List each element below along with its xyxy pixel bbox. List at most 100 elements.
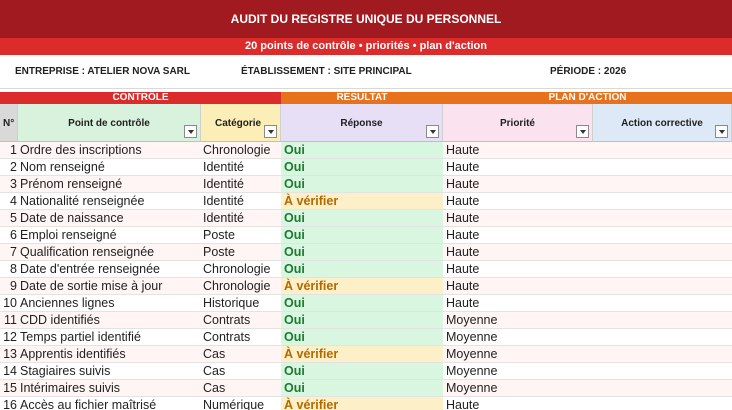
cell-reponse[interactable]: Oui [281,295,443,312]
cell-reponse[interactable]: Oui [281,176,443,193]
etablissement-cell[interactable]: ÉTABLISSEMENT : SITE PRINCIPAL [241,66,412,77]
cell-action-corrective[interactable] [593,295,732,312]
cell-reponse[interactable]: Oui [281,159,443,176]
cell-priorite[interactable]: Moyenne [443,346,593,363]
cell-categorie[interactable]: Contrats [201,312,281,329]
cell-action-corrective[interactable] [593,244,732,261]
cell-num[interactable]: 1 [0,142,18,159]
cell-action-corrective[interactable] [593,159,732,176]
cell-num[interactable]: 10 [0,295,18,312]
cell-reponse[interactable]: Oui [281,142,443,159]
cell-categorie[interactable]: Cas [201,363,281,380]
cell-priorite[interactable]: Haute [443,193,593,210]
cell-categorie[interactable]: Identité [201,176,281,193]
cell-action-corrective[interactable] [593,363,732,380]
cell-action-corrective[interactable] [593,397,732,410]
cell-categorie[interactable]: Poste [201,244,281,261]
cell-point-de-controle[interactable]: Date de sortie mise à jour [18,278,201,295]
cell-priorite[interactable]: Haute [443,176,593,193]
cell-num[interactable]: 5 [0,210,18,227]
cell-point-de-controle[interactable]: Emploi renseigné [18,227,201,244]
cell-reponse[interactable]: Oui [281,312,443,329]
cell-categorie[interactable]: Chronologie [201,278,281,295]
cell-num[interactable]: 12 [0,329,18,346]
cell-categorie[interactable]: Historique [201,295,281,312]
periode-cell[interactable]: PÉRIODE : 2026 [550,66,626,77]
cell-priorite[interactable]: Haute [443,244,593,261]
cell-reponse[interactable]: À vérifier [281,346,443,363]
cell-action-corrective[interactable] [593,380,732,397]
filter-dropdown-icon[interactable] [576,125,589,138]
cell-action-corrective[interactable] [593,227,732,244]
cell-num[interactable]: 13 [0,346,18,363]
cell-categorie[interactable]: Chronologie [201,261,281,278]
cell-categorie[interactable]: Identité [201,193,281,210]
cell-reponse[interactable]: Oui [281,227,443,244]
filter-dropdown-icon[interactable] [264,125,277,138]
cell-priorite[interactable]: Haute [443,142,593,159]
cell-priorite[interactable]: Haute [443,278,593,295]
cell-action-corrective[interactable] [593,312,732,329]
cell-categorie[interactable]: Chronologie [201,142,281,159]
cell-priorite[interactable]: Haute [443,261,593,278]
entreprise-cell[interactable]: ENTREPRISE : ATELIER NOVA SARL [15,66,190,77]
cell-point-de-controle[interactable]: Intérimaires suivis [18,380,201,397]
cell-reponse[interactable]: Oui [281,210,443,227]
cell-priorite[interactable]: Moyenne [443,363,593,380]
filter-dropdown-icon[interactable] [426,125,439,138]
cell-point-de-controle[interactable]: Temps partiel identifié [18,329,201,346]
cell-categorie[interactable]: Cas [201,380,281,397]
cell-categorie[interactable]: Poste [201,227,281,244]
cell-point-de-controle[interactable]: Qualification renseignée [18,244,201,261]
cell-action-corrective[interactable] [593,346,732,363]
cell-point-de-controle[interactable]: Accès au fichier maîtrisé [18,397,201,410]
cell-num[interactable]: 7 [0,244,18,261]
cell-point-de-controle[interactable]: Date d'entrée renseignée [18,261,201,278]
cell-reponse[interactable]: À vérifier [281,397,443,410]
cell-num[interactable]: 15 [0,380,18,397]
cell-point-de-controle[interactable]: Nationalité renseignée [18,193,201,210]
cell-action-corrective[interactable] [593,142,732,159]
cell-categorie[interactable]: Cas [201,346,281,363]
cell-num[interactable]: 16 [0,397,18,410]
cell-num[interactable]: 3 [0,176,18,193]
cell-reponse[interactable]: Oui [281,329,443,346]
cell-priorite[interactable]: Haute [443,227,593,244]
cell-point-de-controle[interactable]: CDD identifiés [18,312,201,329]
cell-priorite[interactable]: Haute [443,295,593,312]
cell-action-corrective[interactable] [593,210,732,227]
cell-point-de-controle[interactable]: Prénom renseigné [18,176,201,193]
cell-categorie[interactable]: Contrats [201,329,281,346]
cell-priorite[interactable]: Haute [443,159,593,176]
cell-categorie[interactable]: Identité [201,159,281,176]
cell-priorite[interactable]: Moyenne [443,380,593,397]
cell-action-corrective[interactable] [593,193,732,210]
cell-num[interactable]: 8 [0,261,18,278]
cell-priorite[interactable]: Haute [443,397,593,410]
cell-priorite[interactable]: Moyenne [443,329,593,346]
cell-num[interactable]: 6 [0,227,18,244]
cell-action-corrective[interactable] [593,261,732,278]
cell-reponse[interactable]: Oui [281,261,443,278]
cell-priorite[interactable]: Haute [443,210,593,227]
cell-point-de-controle[interactable]: Date de naissance [18,210,201,227]
cell-point-de-controle[interactable]: Nom renseigné [18,159,201,176]
cell-num[interactable]: 14 [0,363,18,380]
cell-reponse[interactable]: Oui [281,363,443,380]
cell-point-de-controle[interactable]: Anciennes lignes [18,295,201,312]
cell-num[interactable]: 11 [0,312,18,329]
cell-num[interactable]: 9 [0,278,18,295]
filter-dropdown-icon[interactable] [184,125,197,138]
cell-reponse[interactable]: À vérifier [281,193,443,210]
cell-num[interactable]: 4 [0,193,18,210]
cell-priorite[interactable]: Moyenne [443,312,593,329]
cell-point-de-controle[interactable]: Ordre des inscriptions [18,142,201,159]
cell-reponse[interactable]: À vérifier [281,278,443,295]
cell-reponse[interactable]: Oui [281,380,443,397]
cell-reponse[interactable]: Oui [281,244,443,261]
cell-action-corrective[interactable] [593,278,732,295]
cell-num[interactable]: 2 [0,159,18,176]
cell-point-de-controle[interactable]: Apprentis identifiés [18,346,201,363]
cell-action-corrective[interactable] [593,329,732,346]
cell-point-de-controle[interactable]: Stagiaires suivis [18,363,201,380]
